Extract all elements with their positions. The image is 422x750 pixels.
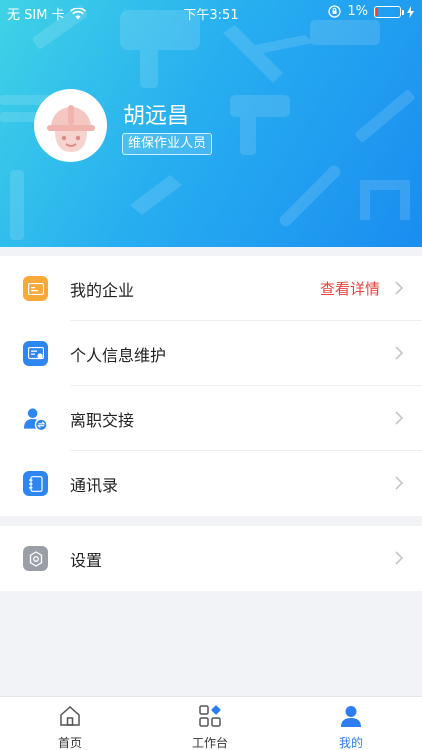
helmet-avatar-icon — [46, 104, 95, 152]
menu-item-settings[interactable]: 设置 — [0, 526, 422, 591]
menu-label: 通讯录 — [70, 475, 119, 495]
user-name: 胡远昌 — [123, 104, 190, 129]
settings-list: 设置 — [0, 526, 422, 591]
battery-icon — [374, 5, 404, 18]
company-card-icon — [23, 276, 48, 301]
battery-percent: 1% — [347, 4, 368, 19]
tab-label: 工作台 — [191, 736, 228, 750]
chevron-right-icon — [395, 551, 404, 565]
charging-bolt-icon — [407, 5, 414, 18]
menu-label: 个人信息维护 — [70, 345, 167, 365]
view-details-link[interactable]: 查看详情 — [320, 278, 380, 299]
menu-item-contacts[interactable]: 通讯录 — [0, 451, 422, 516]
tab-mine[interactable]: 我的 — [311, 697, 391, 750]
menu-label: 我的企业 — [70, 280, 135, 300]
orientation-lock-icon — [328, 5, 342, 18]
tab-label: 我的 — [338, 736, 363, 750]
menu-item-personal-info[interactable]: 个人信息维护 — [0, 321, 422, 386]
workbench-icon — [199, 705, 221, 727]
profile-icon — [341, 706, 361, 727]
menu-list: 我的企业 查看详情 个人信息维护 离职交接 通讯录 — [0, 256, 422, 516]
chevron-right-icon — [395, 281, 404, 295]
menu-item-resignation-handover[interactable]: 离职交接 — [0, 386, 422, 451]
chevron-right-icon — [395, 346, 404, 360]
role-badge: 维保作业人员 — [122, 133, 213, 155]
tab-workbench[interactable]: 工作台 — [170, 697, 250, 750]
chevron-right-icon — [395, 476, 404, 490]
chevron-right-icon — [395, 411, 404, 425]
avatar[interactable] — [34, 89, 107, 162]
address-book-icon — [23, 471, 48, 496]
gear-icon — [23, 546, 48, 571]
menu-item-my-company[interactable]: 我的企业 查看详情 — [0, 256, 422, 321]
tab-home[interactable]: 首页 — [30, 697, 110, 750]
profile-header: 无 SIM 卡 下午3:51 1% 胡远昌 维保作业人员 — [0, 0, 422, 247]
menu-label: 设置 — [70, 550, 103, 570]
status-bar: 无 SIM 卡 下午3:51 1% — [0, 0, 422, 24]
home-icon — [60, 705, 80, 726]
id-card-icon — [23, 341, 48, 366]
tab-label: 首页 — [57, 736, 82, 750]
status-right: 1% — [328, 4, 414, 19]
person-swap-icon — [23, 406, 48, 431]
menu-label: 离职交接 — [70, 410, 135, 430]
tab-bar: 首页 工作台 我的 — [0, 696, 422, 750]
